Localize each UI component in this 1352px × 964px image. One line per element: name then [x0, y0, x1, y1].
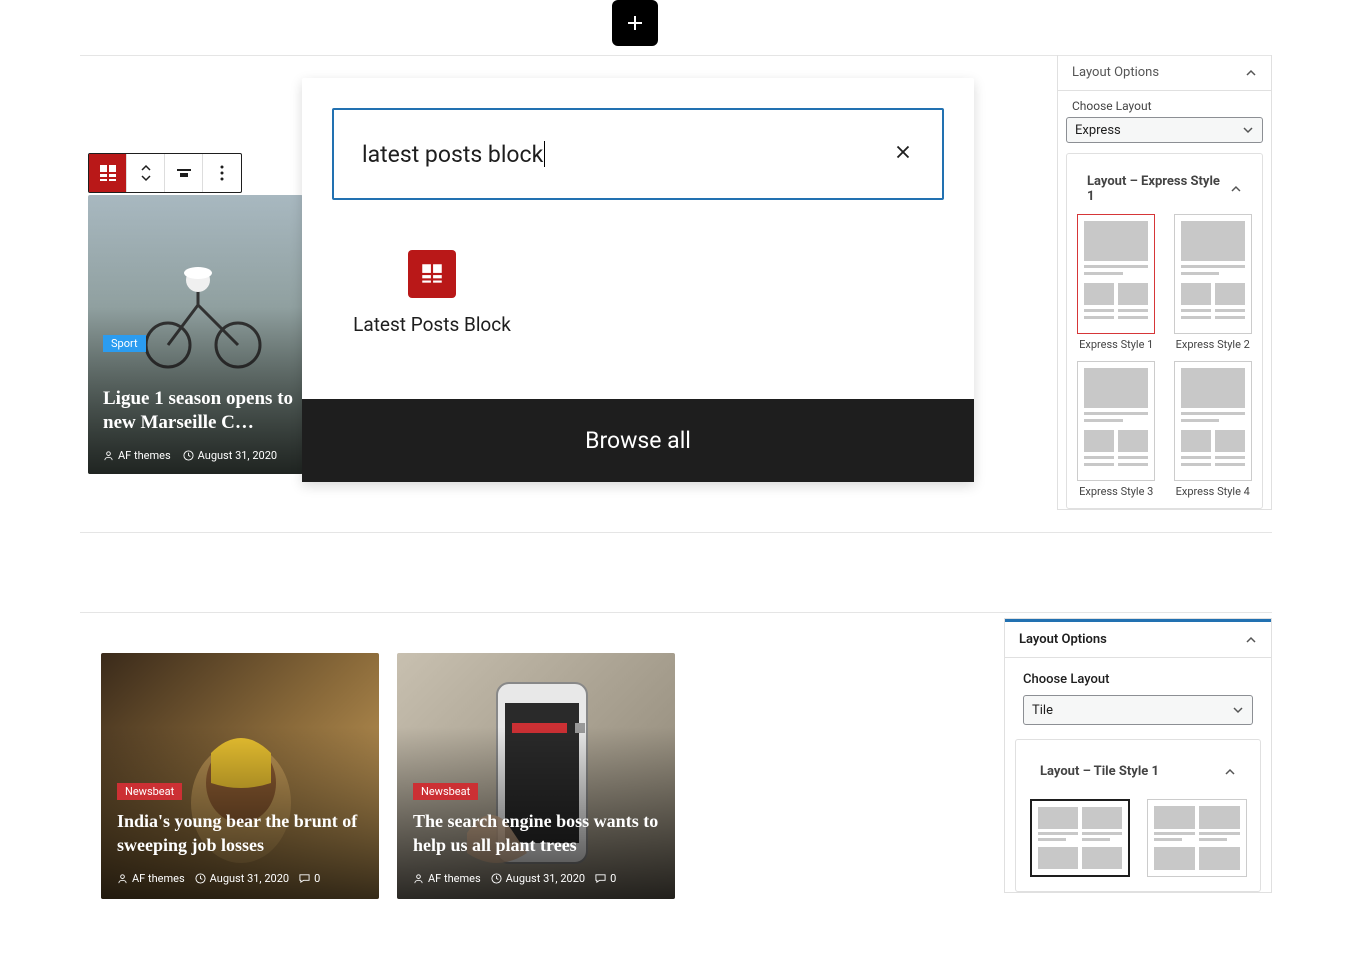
layout-preview — [1077, 214, 1155, 334]
tile-comments: 0 — [314, 872, 320, 885]
add-block-button[interactable] — [612, 0, 658, 46]
layout-style-label: Express Style 1 — [1077, 338, 1155, 351]
block-result-latest-posts[interactable]: Latest Posts Block — [352, 250, 512, 339]
layout-style-2[interactable]: Express Style 2 — [1174, 214, 1252, 351]
tile-date: August 31, 2020 — [210, 872, 289, 885]
search-results: Latest Posts Block — [302, 230, 974, 399]
tile-category-tag[interactable]: Newsbeat — [413, 783, 478, 800]
layout-style-1[interactable]: Express Style 1 — [1077, 214, 1155, 351]
post-category-tag[interactable]: Sport — [103, 335, 146, 352]
grid-icon — [98, 163, 118, 183]
block-type-button[interactable] — [89, 154, 127, 192]
user-icon — [117, 873, 128, 884]
text-cursor — [544, 141, 545, 167]
tile-comments: 0 — [610, 872, 616, 885]
user-icon — [413, 873, 424, 884]
clock-icon — [183, 450, 194, 461]
layout-style-header: Layout – Tile Style 1 — [1040, 764, 1159, 779]
layout-preview — [1077, 361, 1155, 481]
layout-options-toggle[interactable]: Layout Options — [1058, 55, 1271, 91]
layout-style-toggle[interactable]: Layout – Express Style 1 — [1073, 164, 1256, 214]
align-icon — [174, 163, 194, 183]
block-toolbar — [88, 153, 242, 193]
search-field: latest posts block — [332, 108, 944, 200]
layout-style-header: Layout – Express Style 1 — [1087, 174, 1230, 204]
layout-preview — [1147, 799, 1247, 877]
layout-preview — [1030, 799, 1130, 877]
move-updown-icon — [136, 163, 156, 183]
layout-preview — [1174, 214, 1252, 334]
comment-icon — [299, 873, 310, 884]
tile-meta: AF themes August 31, 2020 0 — [413, 872, 616, 885]
choose-layout-label: Choose Layout — [1058, 91, 1271, 117]
browse-all-button[interactable]: Browse all — [302, 399, 974, 482]
tile-style-1[interactable] — [1030, 799, 1130, 877]
layout-style-toggle-2[interactable]: Layout – Tile Style 1 — [1026, 754, 1250, 789]
post-tile-1[interactable]: Newsbeat India's young bear the brunt of… — [101, 653, 379, 899]
chevron-up-icon — [1224, 766, 1236, 778]
tile-meta: AF themes August 31, 2020 0 — [117, 872, 320, 885]
post-card-sport[interactable]: Sport Ligue 1 season opens to new Marsei… — [88, 195, 303, 474]
chevron-up-icon — [1245, 67, 1257, 79]
layout-style-label: Express Style 3 — [1077, 485, 1155, 498]
chevron-down-icon — [1232, 704, 1244, 716]
post-date: August 31, 2020 — [198, 449, 277, 462]
clock-icon — [491, 873, 502, 884]
layout-style-panel: Layout – Express Style 1 Express Style 1 — [1066, 153, 1263, 509]
tile-category-tag[interactable]: Newsbeat — [117, 783, 182, 800]
tile-title: The search engine boss wants to help us … — [413, 810, 659, 857]
post-meta: AF themes August 31, 2020 — [103, 449, 277, 462]
tile-title: India's young bear the brunt of sweeping… — [117, 810, 363, 857]
tile-style-2[interactable] — [1147, 799, 1247, 877]
comment-icon — [595, 873, 606, 884]
block-inserter-panel: latest posts block Latest Posts Block Br… — [302, 78, 974, 482]
post-tile-2[interactable]: Newsbeat The search engine boss wants to… — [397, 653, 675, 899]
sidebar-tile: Layout Options Choose Layout Tile Layout… — [1004, 618, 1272, 893]
chevron-down-icon — [1242, 124, 1254, 136]
clock-icon — [195, 873, 206, 884]
layout-style-4[interactable]: Express Style 4 — [1174, 361, 1252, 498]
layout-select-value: Tile — [1032, 703, 1053, 718]
latest-posts-block-icon — [408, 250, 456, 298]
tile-date: August 31, 2020 — [506, 872, 585, 885]
chevron-up-icon — [1245, 634, 1257, 646]
clear-search-button[interactable] — [892, 141, 914, 167]
layout-style-3[interactable]: Express Style 3 — [1077, 361, 1155, 498]
block-result-label: Latest Posts Block — [353, 312, 511, 339]
layout-style-label: Express Style 4 — [1174, 485, 1252, 498]
layout-options-label: Layout Options — [1072, 65, 1159, 80]
post-title: Ligue 1 season opens to new Marseille C… — [103, 387, 298, 436]
more-vertical-icon — [212, 163, 232, 183]
layout-preview — [1174, 361, 1252, 481]
layout-style-panel-2: Layout – Tile Style 1 — [1015, 739, 1261, 892]
user-icon — [103, 450, 114, 461]
more-options-button[interactable] — [203, 154, 241, 192]
chevron-up-icon — [1230, 183, 1242, 195]
layout-select-value: Express — [1075, 123, 1121, 138]
layout-style-label: Express Style 2 — [1174, 338, 1252, 351]
close-icon — [892, 141, 914, 163]
move-updown-button[interactable] — [127, 154, 165, 192]
post-author: AF themes — [118, 449, 171, 462]
sidebar-express: Layout Options Choose Layout Express Lay… — [1057, 55, 1272, 510]
layout-options-label: Layout Options — [1019, 632, 1107, 647]
tile-author: AF themes — [428, 872, 481, 885]
layout-select-2[interactable]: Tile — [1023, 695, 1253, 725]
choose-layout-label: Choose Layout — [1005, 658, 1271, 695]
plus-icon — [623, 11, 647, 35]
tile-author: AF themes — [132, 872, 185, 885]
layout-options-toggle-2[interactable]: Layout Options — [1005, 619, 1271, 658]
layout-select[interactable]: Express — [1066, 117, 1263, 143]
align-button[interactable] — [165, 154, 203, 192]
search-input-text[interactable]: latest posts block — [362, 141, 543, 168]
